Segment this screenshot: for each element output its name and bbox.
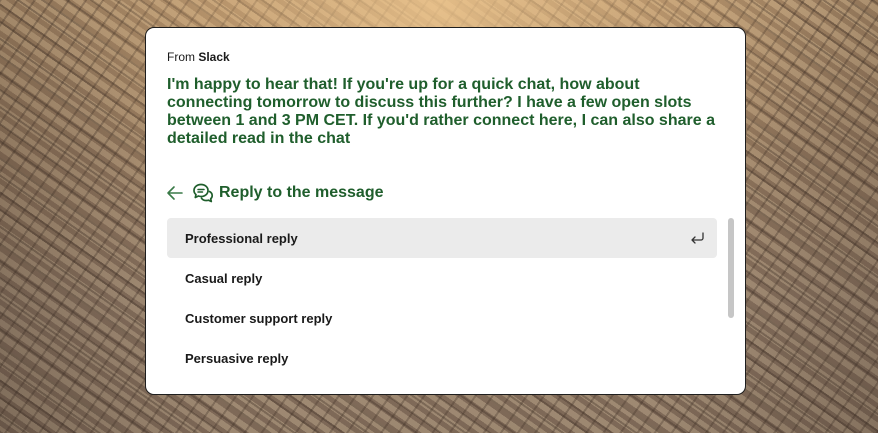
return-key-icon (689, 230, 705, 246)
options-scrollbar[interactable] (728, 218, 734, 318)
option-label: Professional reply (185, 230, 298, 246)
source-line: From Slack (167, 50, 230, 64)
from-prefix: From (167, 50, 195, 64)
option-label: Persuasive reply (185, 350, 289, 366)
reply-title: Reply to the message (219, 184, 384, 201)
option-customer-support-reply[interactable]: Customer support reply (167, 298, 717, 338)
option-label: Casual reply (185, 270, 263, 286)
message-text: I'm happy to hear that! If you're up for… (167, 76, 715, 147)
reply-panel: From Slack I'm happy to hear that! If yo… (145, 27, 746, 395)
option-label: Customer support reply (185, 310, 333, 326)
option-casual-reply[interactable]: Casual reply (167, 258, 717, 298)
source-name: Slack (198, 50, 230, 64)
option-professional-reply[interactable]: Professional reply (167, 218, 717, 258)
chat-bubbles-icon (192, 182, 214, 204)
reply-header: Reply to the message (166, 182, 384, 204)
option-persuasive-reply[interactable]: Persuasive reply (167, 338, 717, 378)
reply-options-list: Professional reply Casual reply Customer… (167, 218, 717, 378)
arrow-left-icon[interactable] (166, 184, 184, 202)
